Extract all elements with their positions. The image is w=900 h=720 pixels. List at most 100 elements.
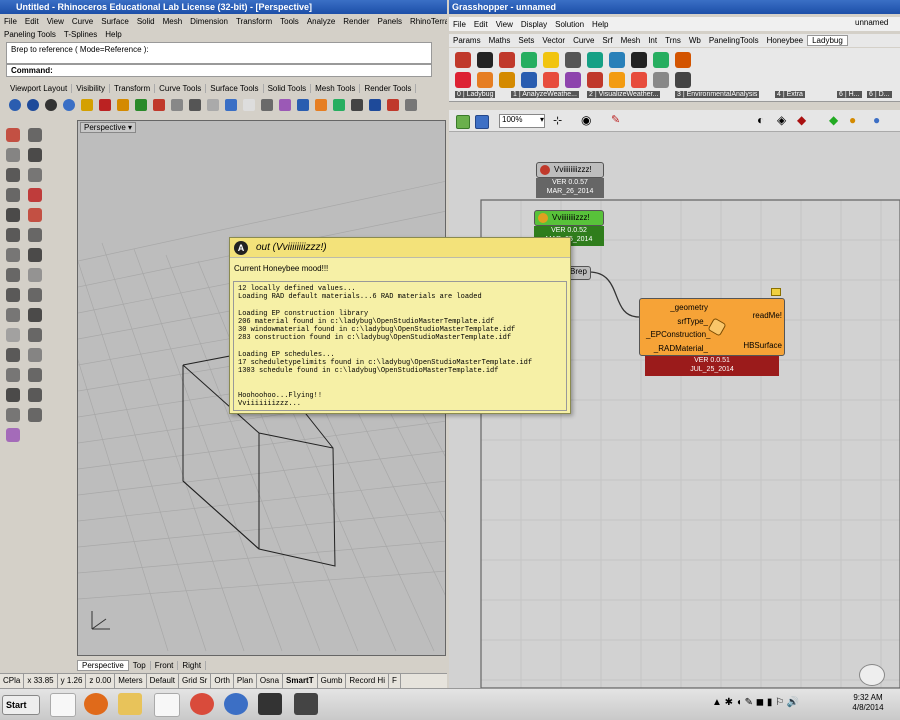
toolbar-tab-visibility[interactable]: Visibility bbox=[72, 83, 110, 93]
toolbar-tab-transform[interactable]: Transform bbox=[110, 83, 156, 93]
gh-menu-edit[interactable]: Edit bbox=[470, 20, 492, 29]
status-field[interactable]: Gumb bbox=[318, 674, 347, 688]
ribbon-group-label[interactable]: 2 | VisualizeWeather... bbox=[587, 91, 661, 98]
menu-item-edit[interactable]: Edit bbox=[21, 17, 43, 26]
tool-icon[interactable] bbox=[6, 128, 20, 142]
gh-tab-sets[interactable]: Sets bbox=[514, 36, 538, 45]
toolbar-tool-icon[interactable] bbox=[153, 99, 165, 111]
menu-item-tools[interactable]: Tools bbox=[276, 17, 303, 26]
ladybug-tool-icon[interactable] bbox=[587, 52, 603, 68]
toolbar-tab-solid-tools[interactable]: Solid Tools bbox=[264, 83, 312, 93]
ladybug-tool-icon[interactable] bbox=[543, 72, 559, 88]
selected-preview-icon[interactable]: ◆ bbox=[829, 113, 838, 127]
ladybug-tool-icon[interactable] bbox=[565, 52, 581, 68]
ladybug-tool-icon[interactable] bbox=[455, 72, 471, 88]
toolbar-tool-icon[interactable] bbox=[261, 99, 273, 111]
menu-item-file[interactable]: File bbox=[0, 17, 21, 26]
tool-icon[interactable] bbox=[28, 148, 42, 162]
view-tab-right[interactable]: Right bbox=[178, 660, 207, 670]
open-file-icon[interactable] bbox=[456, 115, 470, 129]
viewport-label[interactable]: Perspective ▾ bbox=[80, 122, 137, 133]
rhino-icon[interactable] bbox=[258, 693, 282, 715]
ribbon-group-label[interactable]: 3 | EnvironmentalAnalysis bbox=[675, 91, 760, 98]
tool-icon[interactable] bbox=[6, 348, 20, 362]
tool-icon[interactable] bbox=[6, 328, 20, 342]
ladybug-tool-icon[interactable] bbox=[609, 52, 625, 68]
menu-item-surface[interactable]: Surface bbox=[97, 17, 133, 26]
media-icon[interactable] bbox=[224, 693, 248, 715]
toolbar-tab-curve-tools[interactable]: Curve Tools bbox=[155, 83, 207, 93]
tool-icon[interactable] bbox=[6, 368, 20, 382]
ladybug-tool-icon[interactable] bbox=[521, 72, 537, 88]
toolbar-tool-icon[interactable] bbox=[297, 99, 309, 111]
ribbon-group-label[interactable]: 6 | D... bbox=[867, 91, 892, 98]
menu-item-curve[interactable]: Curve bbox=[68, 17, 97, 26]
gh-tab-wb[interactable]: Wb bbox=[685, 36, 705, 45]
ladybug-tool-icon[interactable] bbox=[631, 52, 647, 68]
preview-off-icon[interactable]: ◐ bbox=[757, 113, 764, 127]
status-field[interactable]: CPla bbox=[0, 674, 25, 688]
gh-menu-display[interactable]: Display bbox=[517, 20, 551, 29]
toolbar-tool-icon[interactable] bbox=[369, 99, 381, 111]
tool-icon[interactable] bbox=[6, 268, 20, 282]
ladybug-tool-icon[interactable] bbox=[521, 52, 537, 68]
menu-item-paneling-tools[interactable]: Paneling Tools bbox=[0, 30, 60, 39]
menu-item-panels[interactable]: Panels bbox=[374, 17, 406, 26]
tool-icon[interactable] bbox=[28, 388, 42, 402]
menu-item-mesh[interactable]: Mesh bbox=[159, 17, 187, 26]
tool-icon[interactable] bbox=[28, 368, 42, 382]
toolbar-tool-icon[interactable] bbox=[351, 99, 363, 111]
input-epconstruction[interactable]: _EPConstruction_ bbox=[646, 328, 710, 342]
menu-item-render[interactable]: Render bbox=[339, 17, 373, 26]
status-field[interactable]: z 0.00 bbox=[86, 674, 116, 688]
toolbar-tool-icon[interactable] bbox=[243, 99, 255, 111]
explorer-icon[interactable] bbox=[50, 693, 76, 717]
tray-icons[interactable]: ▲ ✱ ◖ ✎ ◼ ▮ ⚐ 🔊 bbox=[712, 697, 799, 708]
save-file-icon[interactable] bbox=[475, 115, 489, 129]
toolbar-tool-icon[interactable] bbox=[189, 99, 201, 111]
status-field[interactable]: Grid Sr bbox=[179, 674, 212, 688]
gh-tab-trns[interactable]: Trns bbox=[661, 36, 685, 45]
tool-icon[interactable] bbox=[28, 208, 42, 222]
tool-icon[interactable] bbox=[28, 268, 42, 282]
tool-icon[interactable] bbox=[28, 188, 42, 202]
ladybug-tool-icon[interactable] bbox=[499, 52, 515, 68]
input-radmaterial[interactable]: _RADMaterial_ bbox=[646, 342, 708, 356]
menu-item-help[interactable]: Help bbox=[101, 30, 125, 39]
ribbon-group-label[interactable]: 0 | Ladybug bbox=[455, 91, 496, 98]
ladybug-tool-icon[interactable] bbox=[587, 72, 603, 88]
status-field[interactable]: Default bbox=[147, 674, 179, 688]
toolbar-tool-icon[interactable] bbox=[225, 99, 237, 111]
sketch-icon[interactable]: ✎ bbox=[611, 113, 620, 126]
toolbar-tool-icon[interactable] bbox=[45, 99, 57, 111]
toolbar-tool-icon[interactable] bbox=[279, 99, 291, 111]
ladybug-tool-icon[interactable] bbox=[675, 52, 691, 68]
menu-item-rhinoterrain[interactable]: RhinoTerrain bbox=[406, 17, 447, 26]
tool-icon[interactable] bbox=[28, 308, 42, 322]
preview-wire-icon[interactable]: ◈ bbox=[777, 113, 786, 127]
globe-icon[interactable]: ● bbox=[873, 113, 880, 127]
notes-icon[interactable] bbox=[154, 693, 180, 717]
view-tab-top[interactable]: Top bbox=[129, 660, 151, 670]
tool-icon[interactable] bbox=[28, 408, 42, 422]
navigation-widget-icon[interactable] bbox=[859, 664, 885, 686]
view-tab-front[interactable]: Front bbox=[151, 660, 179, 670]
view-tab-perspective[interactable]: Perspective bbox=[77, 659, 129, 671]
menu-item-view[interactable]: View bbox=[43, 17, 68, 26]
toolbar-tool-icon[interactable] bbox=[207, 99, 219, 111]
gh-tab-curve[interactable]: Curve bbox=[569, 36, 598, 45]
status-field[interactable]: SmartT bbox=[283, 674, 318, 688]
ladybug-tool-icon[interactable] bbox=[499, 72, 515, 88]
toolbar-tool-icon[interactable] bbox=[99, 99, 111, 111]
gh-honeybee-component[interactable]: _geometry srfType_ _EPConstruction_ _RAD… bbox=[639, 298, 785, 356]
toolbar-tool-icon[interactable] bbox=[81, 99, 93, 111]
status-field[interactable]: Plan bbox=[234, 674, 257, 688]
folder-icon[interactable] bbox=[118, 693, 142, 715]
ladybug-tool-icon[interactable] bbox=[565, 72, 581, 88]
toolbar-tab-render-tools[interactable]: Render Tools bbox=[360, 83, 417, 93]
ladybug-tool-icon[interactable] bbox=[477, 72, 493, 88]
gh-component-node-1[interactable]: Vviiiiiiiizzz! bbox=[536, 162, 604, 178]
status-field[interactable]: x 33.85 bbox=[24, 674, 58, 688]
start-button[interactable]: Start bbox=[2, 695, 40, 715]
panel-header[interactable]: A out (Vviiiiiiiizzz!) bbox=[230, 238, 570, 258]
